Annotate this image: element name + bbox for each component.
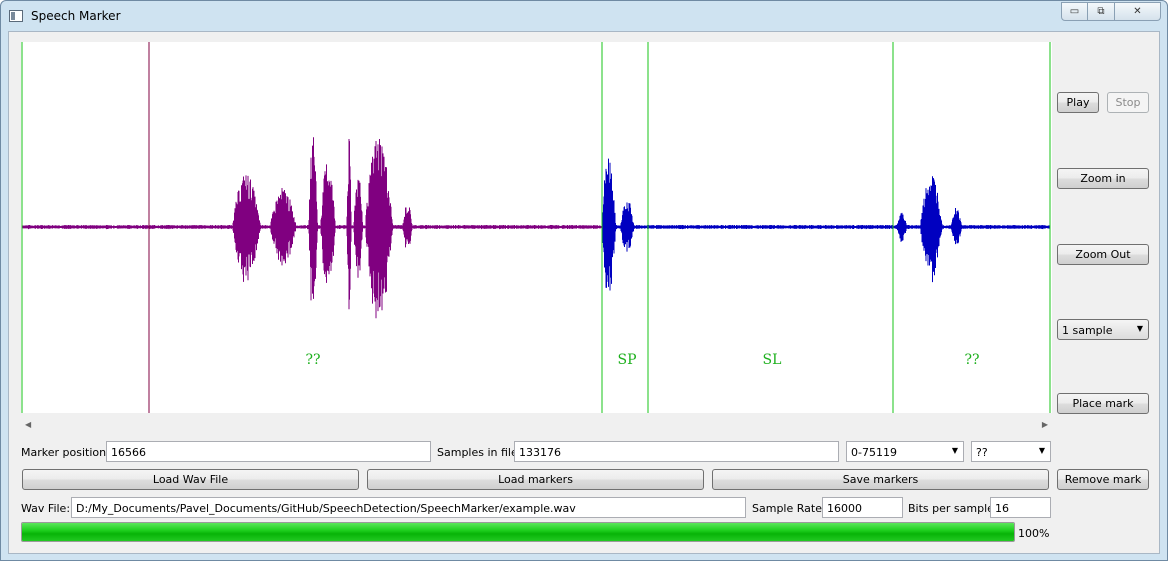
app-window: Speech Marker ▭ ⧉ ✕ ?? SP SL ?? ◀ ▶ Play…	[0, 0, 1168, 561]
mark-type-value: ??	[976, 446, 988, 459]
scroll-right-icon[interactable]: ▶	[1042, 420, 1048, 429]
marker-position-field[interactable]: 16566	[106, 441, 431, 462]
bits-per-sample-field[interactable]: 16	[990, 497, 1051, 518]
progress-bar-fill	[22, 523, 1014, 541]
horizontal-scrollbar[interactable]: ◀ ▶	[21, 417, 1052, 433]
waveform-canvas[interactable]: ?? SP SL ??	[21, 42, 1052, 413]
wav-file-field[interactable]: D:/My_Documents/Pavel_Documents/GitHub/S…	[71, 497, 746, 518]
zoom-in-button[interactable]: Zoom in	[1057, 168, 1149, 189]
progress-bar	[21, 522, 1015, 542]
step-size-select[interactable]: 1 sample ▼	[1057, 319, 1149, 340]
load-markers-button[interactable]: Load markers	[367, 469, 704, 490]
window-title: Speech Marker	[31, 9, 121, 23]
remove-mark-button[interactable]: Remove mark	[1057, 469, 1149, 490]
range-select-value: 0-75119	[851, 446, 897, 459]
maximize-icon[interactable]: ⧉	[1088, 2, 1115, 21]
progress-percent: 100%	[1018, 527, 1050, 540]
segment-label: ??	[964, 352, 980, 368]
scroll-left-icon[interactable]: ◀	[25, 420, 31, 429]
waveform-segment-unknown	[22, 137, 602, 319]
chevron-down-icon: ▼	[1038, 446, 1045, 455]
mark-type-select[interactable]: ?? ▼	[971, 441, 1051, 462]
zoom-out-button[interactable]: Zoom Out	[1057, 244, 1149, 265]
chevron-down-icon: ▼	[951, 446, 958, 455]
window-controls: ▭ ⧉ ✕	[1061, 2, 1161, 22]
stop-button[interactable]: Stop	[1107, 92, 1149, 113]
samples-in-file-label: Samples in file:	[437, 446, 522, 459]
sample-rate-label: Sample Rate:	[752, 502, 826, 515]
step-size-value: 1 sample	[1062, 324, 1113, 337]
wav-file-label: Wav File:	[21, 502, 71, 515]
app-window-icon	[9, 10, 23, 22]
place-mark-button[interactable]: Place mark	[1057, 393, 1149, 414]
save-markers-button[interactable]: Save markers	[712, 469, 1049, 490]
title-bar[interactable]: Speech Marker ▭ ⧉ ✕	[1, 1, 1167, 31]
marker-position-label: Marker position:	[21, 446, 110, 459]
segment-label: SP	[617, 352, 637, 368]
chevron-down-icon: ▼	[1136, 324, 1143, 333]
waveform-segment-speech	[601, 158, 1050, 291]
minimize-icon[interactable]: ▭	[1061, 2, 1088, 21]
sample-rate-field[interactable]: 16000	[822, 497, 903, 518]
play-button[interactable]: Play	[1057, 92, 1099, 113]
close-icon[interactable]: ✕	[1115, 2, 1161, 21]
bits-per-sample-label: Bits per sample:	[908, 502, 998, 515]
waveform-svg[interactable]	[21, 42, 1052, 413]
client-area: ?? SP SL ?? ◀ ▶ Play Stop Zoom in Zoom O…	[8, 31, 1160, 554]
segment-label: ??	[305, 352, 321, 368]
range-select[interactable]: 0-75119 ▼	[846, 441, 964, 462]
load-wav-button[interactable]: Load Wav File	[22, 469, 359, 490]
samples-in-file-field[interactable]: 133176	[514, 441, 839, 462]
segment-label: SL	[762, 352, 782, 368]
